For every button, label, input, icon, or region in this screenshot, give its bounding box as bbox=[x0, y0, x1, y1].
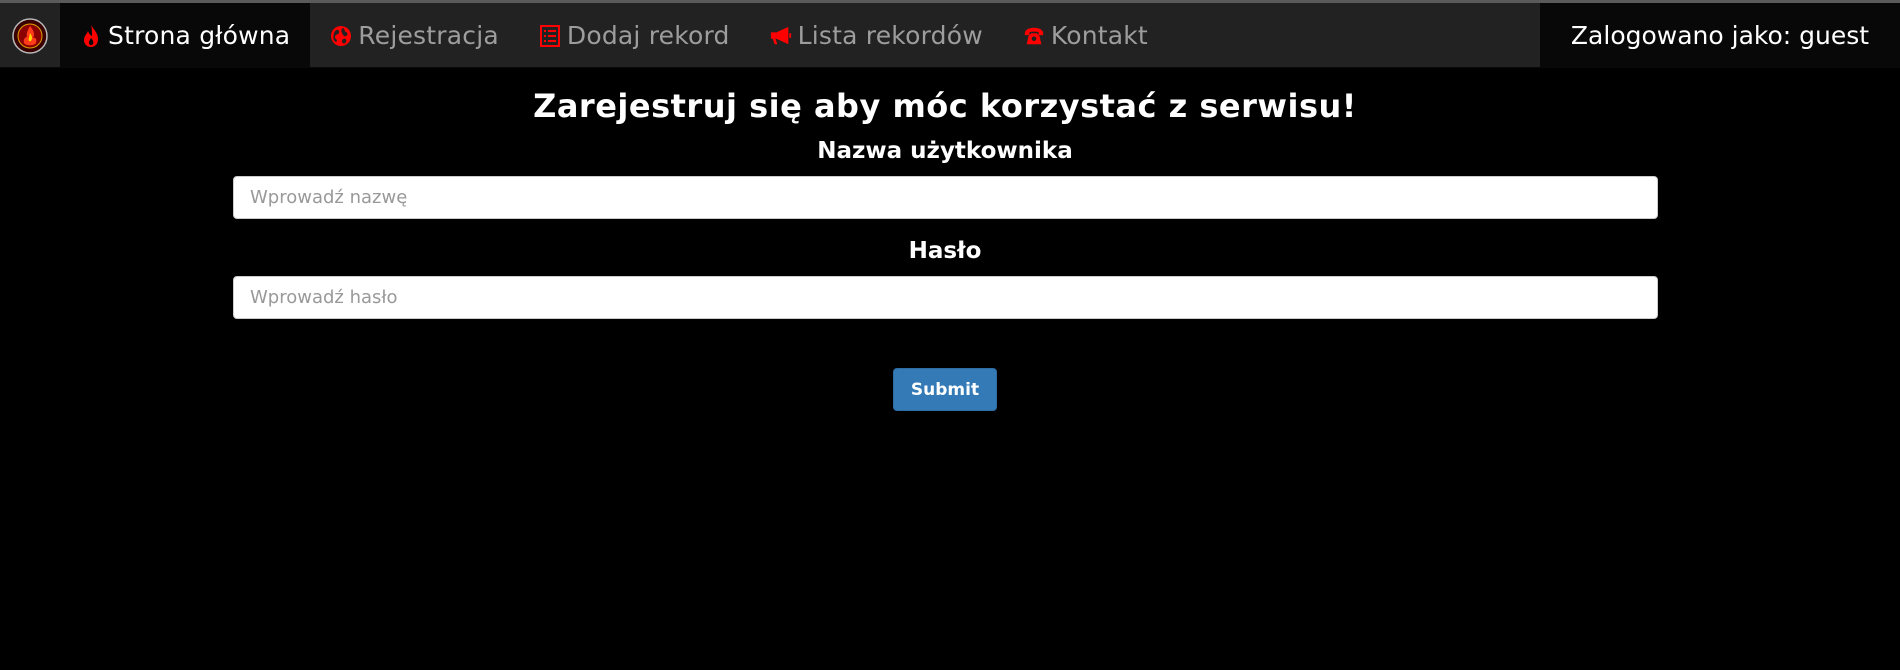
brand-logo[interactable] bbox=[0, 3, 60, 68]
nav-item-registration[interactable]: Rejestracja bbox=[310, 3, 519, 68]
nav-item-home[interactable]: Strona główna bbox=[60, 3, 311, 68]
username-input[interactable] bbox=[233, 176, 1658, 219]
nav-item-label: Strona główna bbox=[108, 21, 291, 50]
phone-icon bbox=[1023, 24, 1045, 48]
username-label: Nazwa użytkownika bbox=[817, 138, 1073, 164]
nav-item-label: Rejestracja bbox=[358, 21, 499, 50]
top-navbar: Strona główna Rejestracja Dodaj rekord L… bbox=[0, 3, 1900, 68]
nav-item-contact[interactable]: Kontakt bbox=[1003, 3, 1168, 68]
password-label: Hasło bbox=[908, 238, 982, 264]
list-icon bbox=[539, 24, 561, 48]
submit-button[interactable]: Submit bbox=[893, 368, 997, 411]
emblem-logo-icon bbox=[12, 17, 48, 54]
bullhorn-icon bbox=[770, 24, 792, 48]
nav-item-add-record[interactable]: Dodaj rekord bbox=[519, 3, 750, 68]
logged-in-user-status: Zalogowano jako: guest bbox=[1540, 3, 1900, 68]
registration-page: Zarejestruj się aby móc korzystać z serw… bbox=[0, 69, 1900, 669]
page-title: Zarejestruj się aby móc korzystać z serw… bbox=[533, 87, 1357, 125]
fire-icon bbox=[80, 24, 102, 48]
nav-item-label: Dodaj rekord bbox=[566, 21, 730, 50]
nav-item-label: Kontakt bbox=[1050, 21, 1148, 50]
nav-item-label: Lista rekordów bbox=[797, 21, 983, 50]
nav-item-record-list[interactable]: Lista rekordów bbox=[750, 3, 1003, 68]
globe-icon bbox=[330, 24, 352, 48]
password-input[interactable] bbox=[233, 276, 1658, 319]
nav-menu: Strona główna Rejestracja Dodaj rekord L… bbox=[60, 3, 1168, 68]
